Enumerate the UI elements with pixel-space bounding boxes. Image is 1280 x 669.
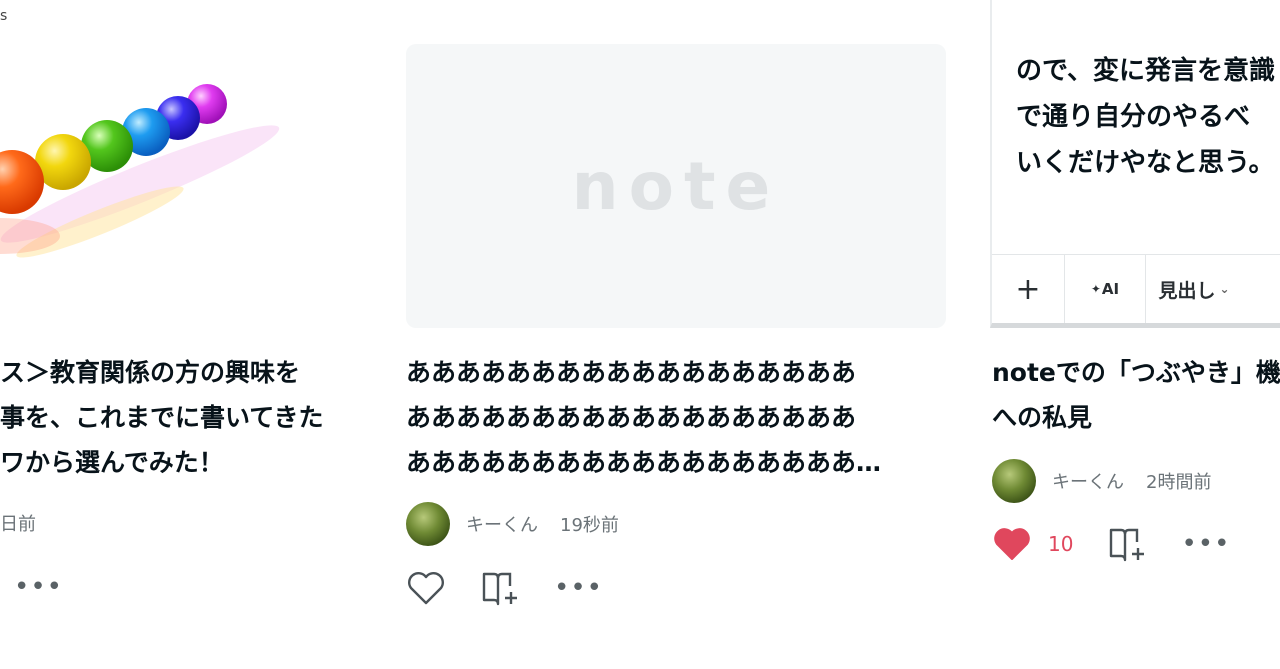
article-actions: •••: [406, 570, 603, 606]
author-name[interactable]: キーくん: [466, 511, 538, 537]
heading-dropdown[interactable]: 見出し ⌄: [1146, 255, 1242, 323]
magazine-add-icon: [1110, 528, 1145, 562]
post-time: 日前: [0, 514, 36, 535]
ai-assist-button[interactable]: ✦ AI: [1065, 255, 1146, 323]
note-logo: note: [571, 147, 781, 225]
article-card[interactable]: ス＞教育関係の方の興味を 事を、これまでに書いてきた ワから選んでみた！ 日前 …: [0, 44, 360, 602]
add-to-magazine-button[interactable]: [1107, 526, 1147, 562]
article-meta: キーくん 19秒前: [406, 502, 619, 546]
editor-text: ので、変に発言を意識 で通り自分のやるべ いくだけやなと思う。: [1016, 56, 1275, 178]
truncated-label: s: [0, 8, 8, 24]
rainbow-spheres-image: [0, 84, 280, 258]
article-thumbnail[interactable]: note: [406, 44, 946, 328]
author-name[interactable]: キーくん: [1052, 468, 1124, 494]
article-meta: キーくん 2時間前: [992, 459, 1211, 503]
article-thumbnail[interactable]: [0, 44, 360, 328]
like-button[interactable]: [406, 570, 446, 606]
article-actions: •••: [14, 572, 63, 602]
article-meta: 日前: [0, 510, 36, 536]
like-button[interactable]: 10: [992, 526, 1073, 562]
plus-icon[interactable]: +: [992, 255, 1065, 323]
add-to-magazine-button[interactable]: [480, 570, 520, 606]
article-actions: 10 •••: [992, 526, 1230, 562]
chevron-down-icon: ⌄: [1219, 282, 1230, 296]
like-count: 10: [1048, 532, 1074, 556]
more-icon[interactable]: •••: [554, 573, 603, 603]
more-icon[interactable]: •••: [14, 572, 63, 602]
article-title[interactable]: noteでの「つぶやき」機 への私見: [992, 350, 1280, 440]
article-title[interactable]: ス＞教育関係の方の興味を 事を、これまでに書いてきた ワから選んでみた！: [0, 350, 324, 485]
magazine-add-icon: [482, 572, 517, 606]
article-card[interactable]: note ああああああああああああああああああ ああああああああああああああああ…: [406, 44, 946, 606]
avatar[interactable]: [992, 459, 1036, 503]
more-icon[interactable]: •••: [1181, 529, 1230, 559]
editor-toolbar: + ✦ AI 見出し ⌄: [992, 254, 1280, 323]
heart-outline-icon: [408, 572, 444, 605]
sparkle-icon: ✦: [1090, 282, 1101, 296]
post-time: 2時間前: [1146, 472, 1212, 493]
avatar[interactable]: [406, 502, 450, 546]
article-title[interactable]: ああああああああああああああああああ ああああああああああああああああああ ああ…: [406, 350, 926, 485]
post-time: 19秒前: [560, 515, 619, 536]
article-thumbnail[interactable]: ので、変に発言を意識 で通り自分のやるべ いくだけやなと思う。 + ✦ AI 見出…: [990, 0, 1280, 328]
heart-filled-icon: [994, 528, 1030, 560]
